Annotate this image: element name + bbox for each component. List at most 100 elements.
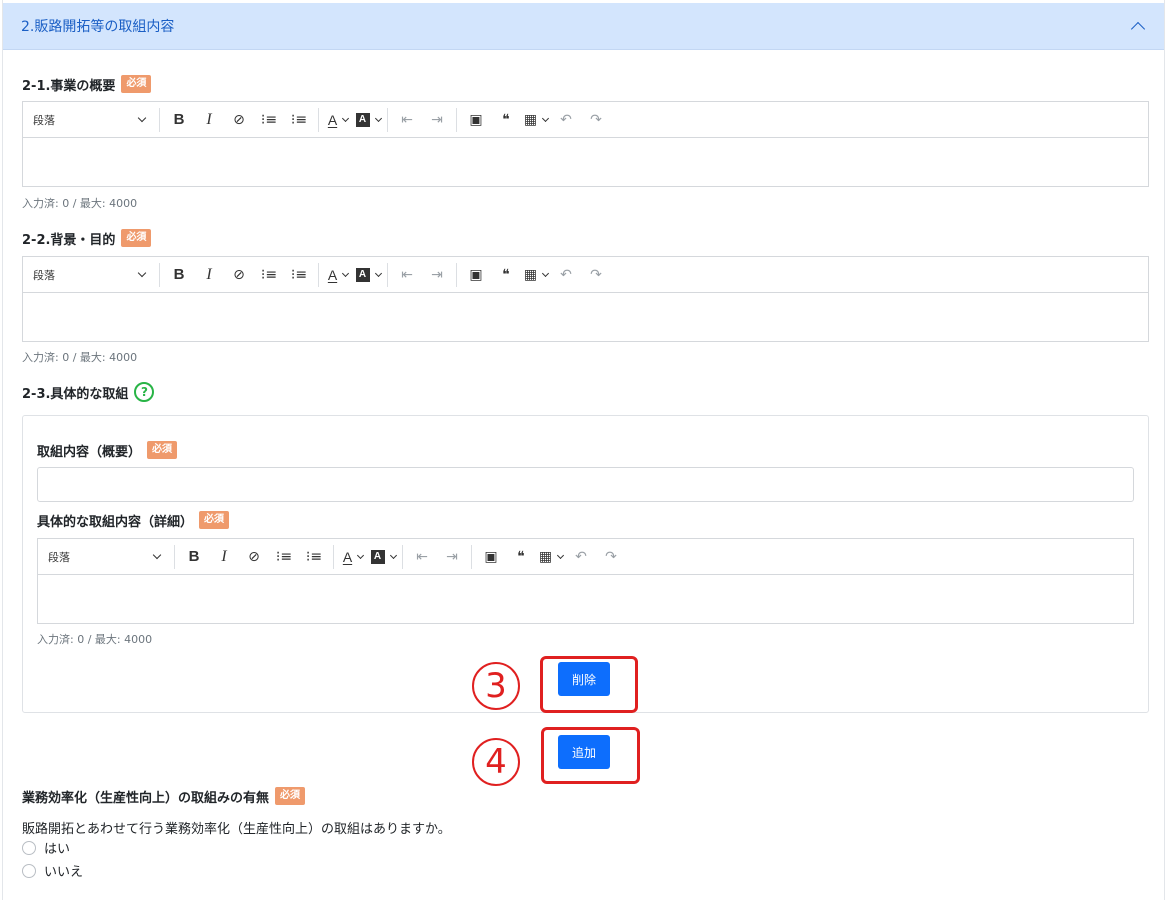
bold-icon[interactable]: B <box>179 545 209 569</box>
background-editor-body[interactable] <box>23 293 1148 341</box>
help-icon[interactable]: ? <box>134 382 155 402</box>
summary-input[interactable] <box>37 467 1134 502</box>
link-icon[interactable]: ⊘ <box>239 545 269 569</box>
redo-icon[interactable]: ↷ <box>581 108 611 132</box>
chevron-down-icon <box>389 551 397 559</box>
section-header[interactable]: 2.販路開拓等の取組内容 <box>3 3 1164 50</box>
section-title: 2.販路開拓等の取組内容 <box>21 19 175 35</box>
detail-editor: 段落 B I ⊘ ⁝≡ ⁝≡ A A ⇤ ⇥ ▣ ❝ ▦ ↶ ↷ <box>37 538 1134 624</box>
font-color-button[interactable]: A <box>323 263 353 287</box>
detail-editor-body[interactable] <box>38 575 1133 623</box>
required-badge: 必須 <box>121 75 152 93</box>
table-button[interactable]: ▦ <box>521 263 551 287</box>
toolbar-divider <box>174 544 175 569</box>
quote-icon[interactable]: ❝ <box>506 545 536 569</box>
background-color-icon: A <box>370 549 385 564</box>
numbered-list-icon[interactable]: ⁝≡ <box>284 263 314 287</box>
overview-label-text: 2-1.事業の概要 <box>22 78 116 94</box>
font-color-icon: A <box>342 548 353 565</box>
chevron-down-icon <box>342 114 350 122</box>
radio-option-no[interactable]: いいえ <box>22 861 83 880</box>
chevron-down-icon <box>137 268 147 278</box>
paragraph-select[interactable]: 段落 <box>33 267 155 283</box>
annotation-3: 3 <box>472 662 520 710</box>
table-icon: ▦ <box>523 266 538 283</box>
chevron-down-icon <box>342 269 350 277</box>
detail-label: 具体的な取組内容（詳細） 必須 <box>37 510 230 530</box>
link-icon[interactable]: ⊘ <box>224 263 254 287</box>
redo-icon[interactable]: ↷ <box>596 545 626 569</box>
concrete-label: 2-3.具体的な取組 ? <box>22 382 155 402</box>
image-icon[interactable]: ▣ <box>461 108 491 132</box>
overview-label: 2-1.事業の概要 必須 <box>22 74 152 94</box>
delete-button[interactable]: 削除 <box>558 662 610 696</box>
bold-icon[interactable]: B <box>164 108 194 132</box>
table-icon: ▦ <box>523 111 538 128</box>
table-button[interactable]: ▦ <box>521 108 551 132</box>
chevron-down-icon <box>542 114 550 122</box>
outdent-icon[interactable]: ⇤ <box>392 263 422 287</box>
undo-icon[interactable]: ↶ <box>551 108 581 132</box>
italic-icon[interactable]: I <box>209 545 239 569</box>
indent-icon[interactable]: ⇥ <box>422 263 452 287</box>
radio-label: はい <box>44 842 71 857</box>
numbered-list-icon[interactable]: ⁝≡ <box>299 545 329 569</box>
bulleted-list-icon[interactable]: ⁝≡ <box>254 108 284 132</box>
link-icon[interactable]: ⊘ <box>224 108 254 132</box>
overview-counter: 入力済: 0 / 最大: 4000 <box>22 197 138 210</box>
required-badge: 必須 <box>275 787 306 805</box>
italic-icon[interactable]: I <box>194 108 224 132</box>
background-counter: 入力済: 0 / 最大: 4000 <box>22 351 138 364</box>
chevron-up-icon[interactable] <box>1130 21 1146 37</box>
italic-icon[interactable]: I <box>194 263 224 287</box>
bulleted-list-icon[interactable]: ⁝≡ <box>269 545 299 569</box>
required-badge: 必須 <box>121 229 152 247</box>
background-color-icon: A <box>355 267 370 282</box>
toolbar-divider <box>159 262 160 287</box>
editor-toolbar: 段落 B I ⊘ ⁝≡ ⁝≡ A A ⇤ ⇥ ▣ ❝ ▦ ↶ ↷ <box>23 102 1148 138</box>
font-color-button[interactable]: A <box>323 108 353 132</box>
numbered-list-icon[interactable]: ⁝≡ <box>284 108 314 132</box>
background-label-text: 2-2.背景・目的 <box>22 232 116 248</box>
outdent-icon[interactable]: ⇤ <box>392 108 422 132</box>
add-button[interactable]: 追加 <box>558 735 610 769</box>
redo-icon[interactable]: ↷ <box>581 263 611 287</box>
chevron-down-icon <box>374 269 382 277</box>
radio-option-yes[interactable]: はい <box>22 838 70 857</box>
image-icon[interactable]: ▣ <box>461 263 491 287</box>
table-icon: ▦ <box>538 548 553 565</box>
chevron-down-icon <box>542 269 550 277</box>
paragraph-select-label: 段落 <box>48 550 70 564</box>
background-color-button[interactable]: A <box>368 545 398 569</box>
radio-button[interactable] <box>22 863 36 878</box>
table-button[interactable]: ▦ <box>536 545 566 569</box>
image-icon[interactable]: ▣ <box>476 545 506 569</box>
undo-icon[interactable]: ↶ <box>566 545 596 569</box>
toolbar-divider <box>318 107 319 132</box>
bold-icon[interactable]: B <box>164 263 194 287</box>
detail-counter: 入力済: 0 / 最大: 4000 <box>37 633 153 646</box>
quote-icon[interactable]: ❝ <box>491 263 521 287</box>
indent-icon[interactable]: ⇥ <box>422 108 452 132</box>
background-color-button[interactable]: A <box>353 263 383 287</box>
required-badge: 必須 <box>147 441 178 459</box>
background-color-button[interactable]: A <box>353 108 383 132</box>
outdent-icon[interactable]: ⇤ <box>407 545 437 569</box>
toolbar-divider <box>159 107 160 132</box>
paragraph-select[interactable]: 段落 <box>48 549 170 565</box>
paragraph-select[interactable]: 段落 <box>33 112 155 128</box>
detail-label-text: 具体的な取組内容（詳細） <box>37 514 194 530</box>
radio-button[interactable] <box>22 840 36 855</box>
paragraph-select-label: 段落 <box>33 268 55 282</box>
indent-icon[interactable]: ⇥ <box>437 545 467 569</box>
font-color-button[interactable]: A <box>338 545 368 569</box>
overview-editor-body[interactable] <box>23 138 1148 186</box>
efficiency-label: 業務効率化（生産性向上）の取組みの有無 必須 <box>22 786 306 806</box>
background-color-icon: A <box>355 112 370 127</box>
efficiency-label-text: 業務効率化（生産性向上）の取組みの有無 <box>22 790 270 806</box>
toolbar-divider <box>456 262 457 287</box>
editor-toolbar: 段落 B I ⊘ ⁝≡ ⁝≡ A A ⇤ ⇥ ▣ ❝ ▦ ↶ ↷ <box>23 257 1148 293</box>
bulleted-list-icon[interactable]: ⁝≡ <box>254 263 284 287</box>
quote-icon[interactable]: ❝ <box>491 108 521 132</box>
undo-icon[interactable]: ↶ <box>551 263 581 287</box>
